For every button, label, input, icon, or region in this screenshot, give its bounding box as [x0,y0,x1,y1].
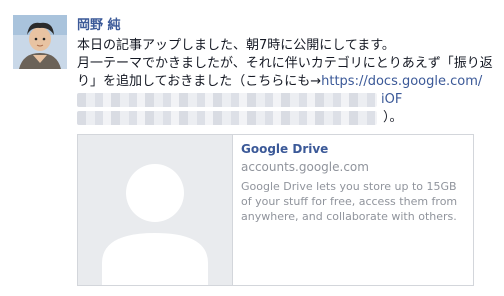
author-avatar[interactable] [13,15,67,69]
link-preview-card[interactable]: Google Drive accounts.google.com Google … [77,134,474,286]
post-link-tail[interactable]: iOF [381,92,402,107]
redacted-link-part-1 [77,92,377,107]
default-person-silhouette-icon [78,135,232,285]
preview-description: Google Drive lets you store up to 15GB o… [241,180,458,223]
post-link[interactable]: https://docs.google.com/ [321,74,482,89]
post-line-1: 本日の記事アップしました、朝7時に公開にしてます。 [77,38,395,53]
post-body: 本日の記事アップしました、朝7時に公開にしてます。 月一テーマでかきましたが、そ… [77,37,497,127]
preview-thumbnail [78,135,233,285]
redacted-link-part-2 [77,110,377,125]
avatar-photo [13,15,67,69]
author-name[interactable]: 岡野 純 [77,14,121,33]
preview-domain: accounts.google.com [241,160,369,174]
post-closing: ）。 [383,110,403,125]
preview-title[interactable]: Google Drive [241,142,328,156]
